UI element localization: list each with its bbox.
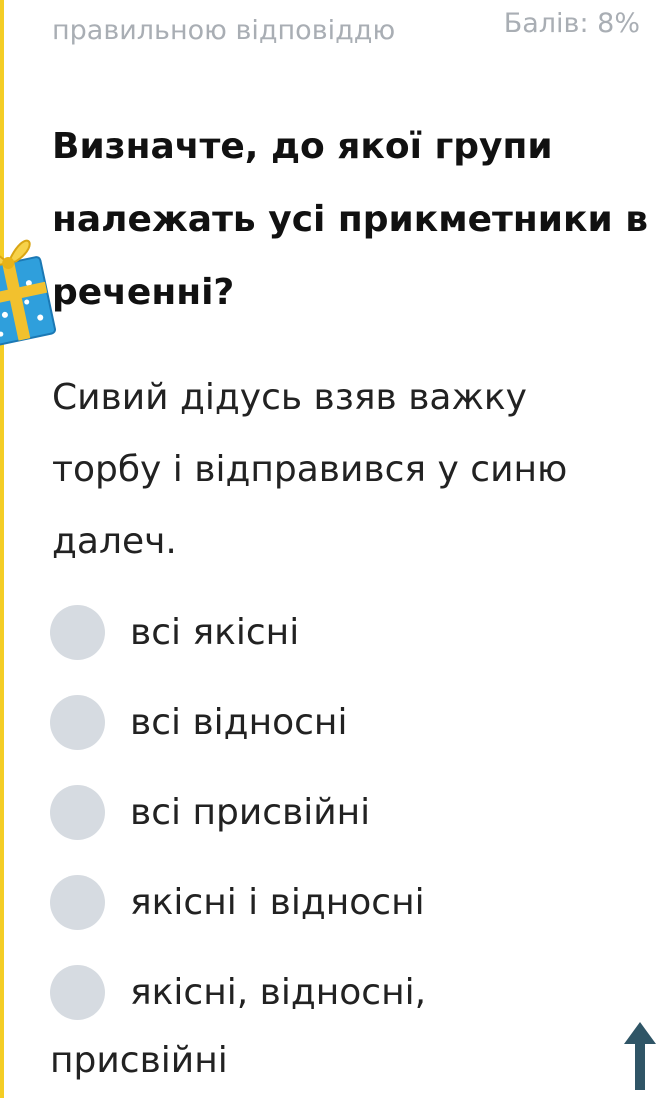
radio-button[interactable]	[50, 605, 105, 660]
radio-button[interactable]	[50, 695, 105, 750]
quiz-page: правильною відповіддю Балів: 8% Визначте…	[0, 0, 668, 1098]
question-sentence: Сивий дідусь взяв важку торбу і відправи…	[52, 377, 568, 562]
option-yakisni-i-vidnosni[interactable]: якісні і відносні	[50, 874, 630, 964]
answer-options: всі якісні всі відносні всі присвійні як…	[50, 604, 630, 1094]
radio-button[interactable]	[50, 965, 105, 1020]
option-label: всі відносні	[130, 702, 348, 743]
score-label: Балів: 8%	[503, 8, 640, 39]
arrow-up-icon[interactable]	[618, 1020, 662, 1092]
option-label: якісні, відносні,	[130, 972, 427, 1013]
option-label: всі присвійні	[130, 792, 371, 833]
option-vsi-yakisni[interactable]: всі якісні	[50, 604, 630, 694]
option-label: всі якісні	[130, 612, 300, 653]
option-vsi-vidnosni[interactable]: всі відносні	[50, 694, 630, 784]
gift-icon	[0, 239, 56, 347]
option-yakisni-vidnosni-prysviini[interactable]: якісні, відносні, присвійні	[50, 964, 630, 1094]
radio-button[interactable]	[50, 875, 105, 930]
option-label: якісні і відносні	[130, 882, 425, 923]
question-title: Визначте, до якої групи належать усі при…	[52, 126, 648, 313]
answer-hint: правильною відповіддю	[52, 15, 396, 46]
accent-stripe	[0, 0, 4, 1098]
option-vsi-prysviini[interactable]: всі присвійні	[50, 784, 630, 874]
option-label-continued: присвійні	[50, 1040, 228, 1081]
radio-button[interactable]	[50, 785, 105, 840]
